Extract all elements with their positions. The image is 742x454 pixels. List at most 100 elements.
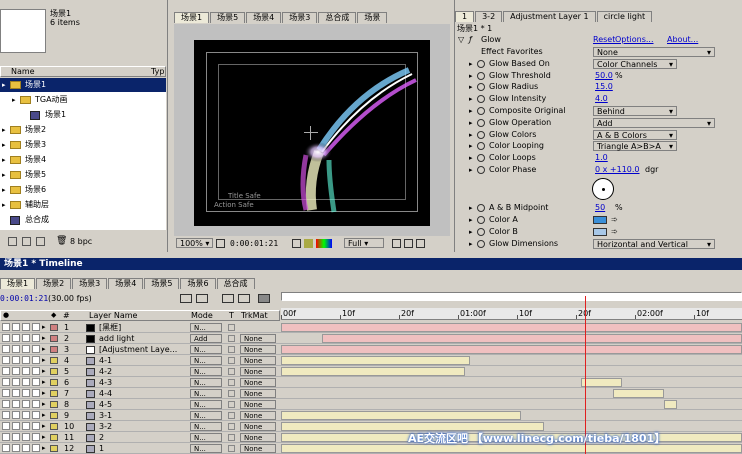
av-switch-box[interactable] [32, 367, 40, 375]
blend-mode-dropdown[interactable]: N... [190, 389, 222, 398]
comp-marker-icon[interactable] [180, 294, 192, 303]
project-item[interactable]: ▸ 场景4 [0, 153, 166, 167]
property-value[interactable]: 1.0 [595, 152, 608, 164]
timeline-comp-tab[interactable]: 场景5 [144, 278, 180, 289]
expand-triangle-icon[interactable]: ▸ [469, 105, 473, 117]
view-options-icon[interactable] [404, 239, 413, 248]
expand-triangle-icon[interactable]: ▸ [12, 93, 16, 107]
layer-row[interactable]: ▸ 8 4-5 N... None [0, 399, 742, 410]
layer-name[interactable]: 4-1 [99, 355, 112, 366]
av-switch-box[interactable] [12, 389, 20, 397]
property-dropdown[interactable]: Add ▾ [593, 117, 715, 128]
layer-row[interactable]: ▸ 3 [Adjustment Laye... N... None [0, 344, 742, 355]
comp-tab[interactable]: 场景5 [210, 12, 246, 23]
av-switch-box[interactable] [12, 433, 20, 441]
preserve-transparency-box[interactable] [228, 390, 235, 397]
timeline-comp-tab[interactable]: 场景2 [36, 278, 72, 289]
property-dropdown[interactable]: A & B Colors ▾ [593, 129, 677, 140]
av-switch-box[interactable] [32, 422, 40, 430]
reset-link[interactable]: Reset [593, 34, 615, 46]
comp-tab[interactable]: 场景3 [282, 12, 318, 23]
expand-arrow-icon[interactable]: ▽ [458, 34, 464, 46]
layer-row[interactable]: ▸ 7 4-4 N... None [0, 388, 742, 399]
layer-name[interactable]: [Adjustment Laye... [99, 344, 177, 355]
stopwatch-icon[interactable] [477, 204, 485, 212]
av-switch-box[interactable] [2, 356, 10, 364]
av-switch-box[interactable] [2, 345, 10, 353]
blend-mode-dropdown[interactable]: N... [190, 411, 222, 420]
layer-name[interactable]: 4-4 [99, 388, 112, 399]
resolution-dropdown[interactable]: Full ▾ [344, 238, 384, 248]
layer-name[interactable]: 4-5 [99, 399, 112, 410]
time-ruler[interactable]: 00f10f20f01:00f10f20f02:00f10f [281, 308, 742, 320]
preserve-transparency-box[interactable] [228, 346, 235, 353]
expand-triangle-icon[interactable]: ▸ [469, 117, 473, 129]
project-item[interactable]: ▸ 场景3 [0, 138, 166, 152]
property-dropdown[interactable]: Behind ▾ [593, 106, 677, 116]
track-matte-dropdown[interactable]: None [240, 422, 276, 431]
preserve-transparency-box[interactable] [228, 357, 235, 364]
layer-row[interactable]: ▸ 6 4-3 N... None [0, 377, 742, 388]
timeline-comp-tab[interactable]: 场景1 [0, 278, 36, 289]
av-switch-box[interactable] [2, 444, 10, 452]
label-column-icon[interactable]: ◆ [51, 311, 56, 320]
expand-triangle-icon[interactable]: ▸ [469, 81, 473, 93]
av-switch-box[interactable] [22, 411, 30, 419]
expand-triangle-icon[interactable]: ▸ [42, 443, 46, 454]
label-color-swatch[interactable] [50, 445, 58, 452]
timeline-comp-tab[interactable]: 场景4 [108, 278, 144, 289]
track-matte-dropdown[interactable]: None [240, 378, 276, 387]
preserve-transparency-box[interactable] [228, 379, 235, 386]
expand-triangle-icon[interactable]: ▸ [469, 140, 473, 152]
effect-layer-tab[interactable]: 1 [455, 11, 475, 22]
layer-row[interactable]: ▸ 9 3-1 N... None [0, 410, 742, 421]
layer-row[interactable]: ▸ 2 add light Add None [0, 333, 742, 344]
av-switch-box[interactable] [22, 367, 30, 375]
av-switch-box[interactable] [32, 400, 40, 408]
preserve-transparency-box[interactable] [228, 412, 235, 419]
transparency-grid-icon[interactable] [392, 239, 401, 248]
av-switch-box[interactable] [12, 422, 20, 430]
av-switch-box[interactable] [22, 334, 30, 342]
av-switch-box[interactable] [22, 345, 30, 353]
preserve-transparency-box[interactable] [228, 434, 235, 441]
label-color-swatch[interactable] [50, 346, 58, 353]
eyedropper-icon[interactable]: ➾ [611, 226, 618, 238]
effect-layer-tab[interactable]: 3-2 [475, 11, 503, 22]
av-switch-box[interactable] [2, 433, 10, 441]
layer-name[interactable]: 2 [99, 432, 104, 443]
layer-name[interactable]: 3-2 [99, 421, 112, 432]
stopwatch-icon[interactable] [477, 95, 485, 104]
av-switch-box[interactable] [32, 411, 40, 419]
av-switch-box[interactable] [22, 444, 30, 452]
layer-duration-bar[interactable] [281, 411, 521, 420]
expand-triangle-icon[interactable]: ▸ [42, 421, 46, 432]
expand-triangle-icon[interactable]: ▸ [469, 164, 473, 176]
expand-triangle-icon[interactable]: ▸ [469, 202, 473, 214]
project-item[interactable]: ▸ 辅助层 [0, 198, 166, 212]
options-link[interactable]: Options... [615, 34, 654, 46]
av-switch-box[interactable] [32, 356, 40, 364]
expand-triangle-icon[interactable]: ▸ [469, 152, 473, 164]
expand-triangle-icon[interactable]: ▸ [42, 410, 46, 421]
track-matte-dropdown[interactable]: None [240, 400, 276, 409]
property-value[interactable]: 15.0 [595, 81, 613, 93]
label-color-swatch[interactable] [50, 390, 58, 397]
region-of-interest-icon[interactable] [216, 239, 225, 248]
comp-tab[interactable]: 总合成 [318, 12, 357, 23]
expand-triangle-icon[interactable]: ▸ [2, 168, 6, 182]
expand-triangle-icon[interactable]: ▸ [469, 70, 473, 82]
label-color-swatch[interactable] [50, 335, 58, 342]
expand-triangle-icon[interactable]: ▸ [2, 153, 6, 167]
blend-mode-dropdown[interactable]: N... [190, 422, 222, 431]
expand-triangle-icon[interactable]: ▸ [2, 198, 6, 212]
layer-duration-bar[interactable] [580, 378, 623, 387]
expand-triangle-icon[interactable]: ▸ [469, 238, 473, 250]
stopwatch-icon[interactable] [477, 228, 485, 236]
stopwatch-icon[interactable] [477, 83, 485, 92]
draft-3d-icon[interactable] [222, 294, 234, 303]
stopwatch-icon[interactable] [477, 59, 485, 68]
layer-name[interactable]: [黑框] [99, 322, 121, 333]
av-switch-box[interactable] [12, 345, 20, 353]
expand-triangle-icon[interactable]: ▸ [42, 355, 46, 366]
